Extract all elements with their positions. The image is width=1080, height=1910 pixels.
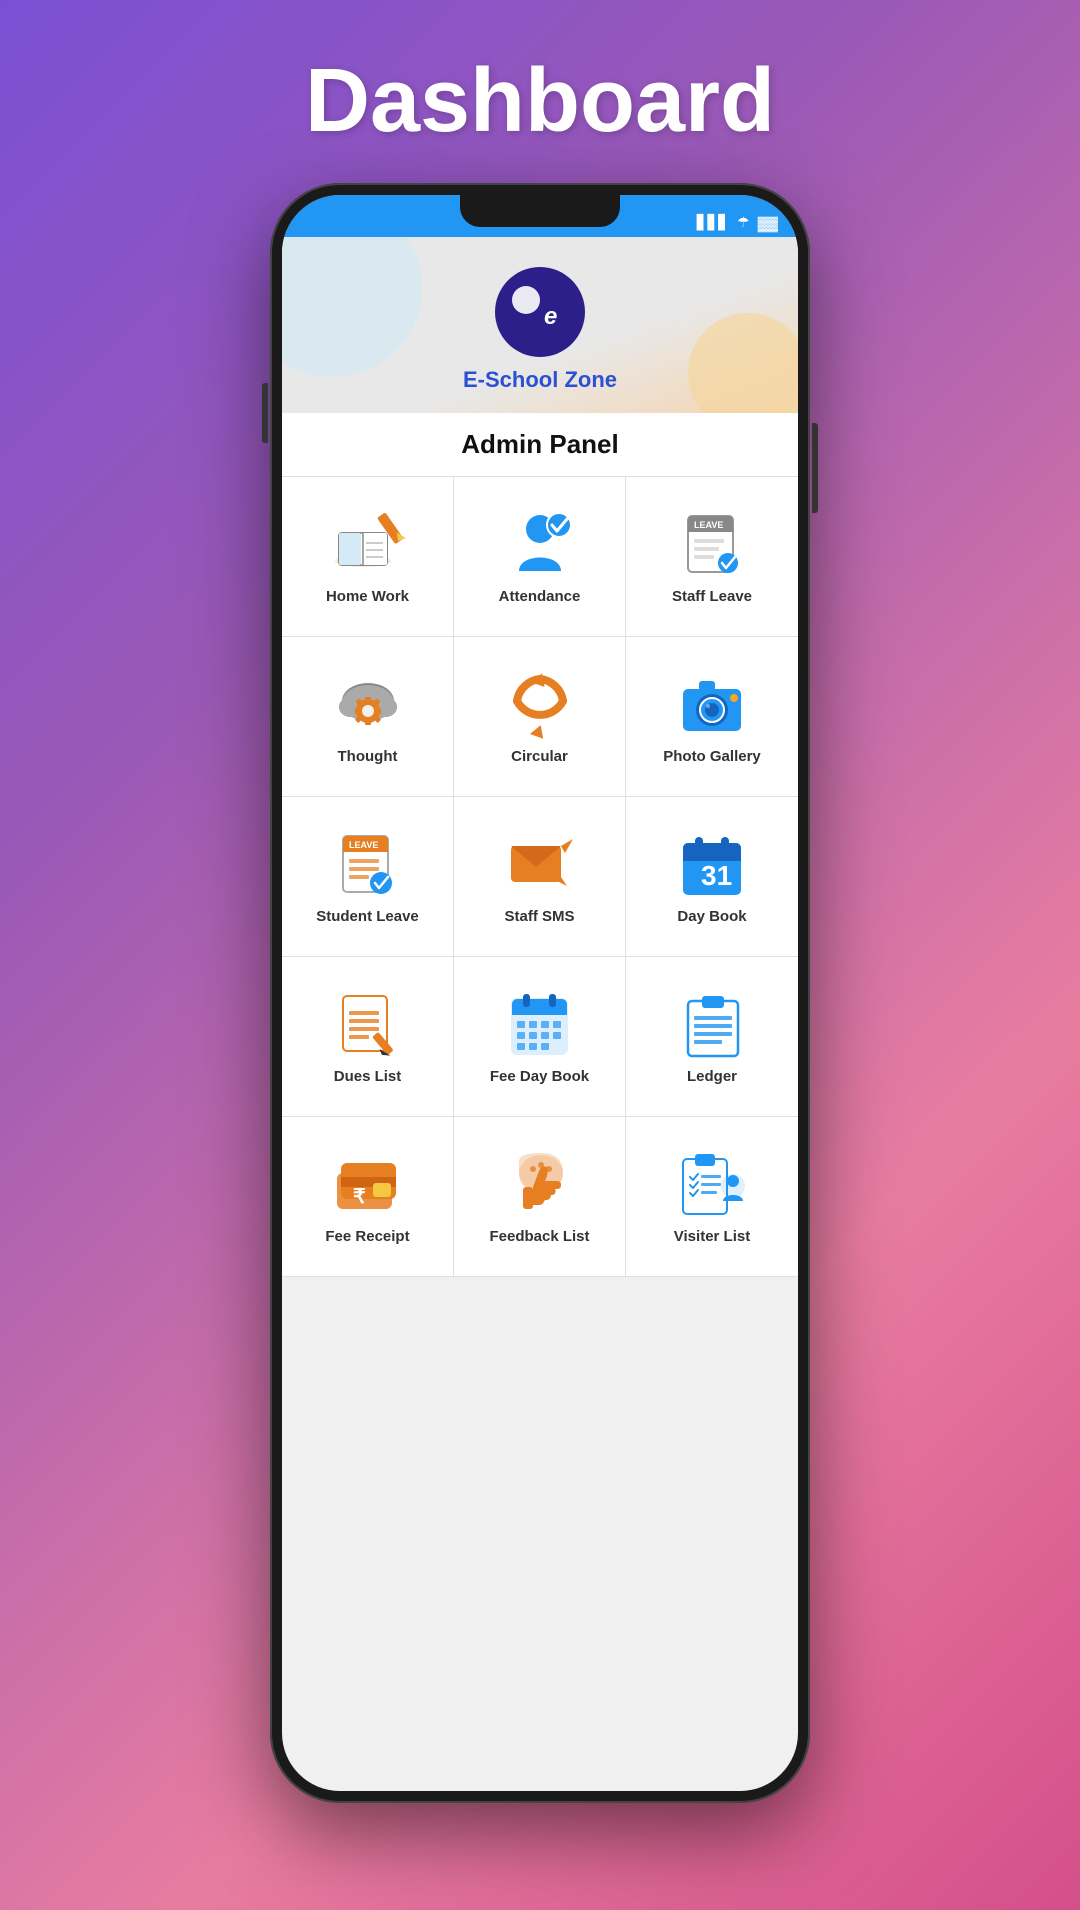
svg-text:LEAVE: LEAVE: [694, 520, 723, 530]
menu-item-feedback-list[interactable]: Feedback List: [454, 1117, 626, 1277]
menu-item-thought[interactable]: Thought: [282, 637, 454, 797]
app-name: E-School Zone: [463, 367, 617, 393]
staff-leave-icon: LEAVE: [677, 508, 747, 578]
student-leave-icon: LEAVE: [333, 828, 403, 898]
thought-icon: [333, 668, 403, 738]
menu-grid: Home Work Attendance: [282, 477, 798, 1277]
fee-receipt-icon: ₹: [333, 1148, 403, 1218]
staff-sms-icon: [505, 828, 575, 898]
volume-button: [262, 383, 268, 443]
page-title: Dashboard: [305, 50, 775, 153]
photo-gallery-icon: [677, 668, 747, 738]
feedback-list-icon: [505, 1148, 575, 1218]
phone-notch: [460, 195, 620, 227]
fee-day-book-label: Fee Day Book: [490, 1068, 589, 1085]
svg-text:e: e: [544, 303, 557, 330]
fee-day-book-icon: [505, 988, 575, 1058]
thought-label: Thought: [338, 748, 398, 765]
menu-item-homework[interactable]: Home Work: [282, 477, 454, 637]
app-logo: e: [495, 267, 585, 357]
visiter-list-icon: [677, 1148, 747, 1218]
ledger-label: Ledger: [687, 1068, 737, 1085]
day-book-icon: 31: [677, 828, 747, 898]
staff-sms-label: Staff SMS: [504, 908, 574, 925]
photo-gallery-label: Photo Gallery: [663, 748, 761, 765]
dues-list-icon: [333, 988, 403, 1058]
svg-text:LEAVE: LEAVE: [349, 840, 378, 850]
menu-item-ledger[interactable]: Ledger: [626, 957, 798, 1117]
homework-icon: [333, 508, 403, 578]
power-button: [812, 423, 818, 513]
circular-icon: [505, 668, 575, 738]
menu-item-circular[interactable]: Circular: [454, 637, 626, 797]
app-header: e E-School Zone: [282, 237, 798, 413]
menu-item-student-leave[interactable]: LEAVE Student Leave: [282, 797, 454, 957]
staff-leave-label: Staff Leave: [672, 588, 752, 605]
wifi-icon: ☂: [737, 214, 750, 231]
phone-frame: ▋▋▋ ☂ ▓▓ e E-School Zone Admin Pane: [270, 183, 810, 1803]
menu-item-fee-receipt[interactable]: ₹ Fee Receipt: [282, 1117, 454, 1277]
ledger-icon: [677, 988, 747, 1058]
signal-icon: ▋▋▋: [697, 214, 729, 231]
menu-item-attendance[interactable]: Attendance: [454, 477, 626, 637]
menu-item-staff-sms[interactable]: Staff SMS: [454, 797, 626, 957]
menu-item-photo-gallery[interactable]: Photo Gallery: [626, 637, 798, 797]
header-decoration-2: [688, 313, 798, 413]
phone-screen: ▋▋▋ ☂ ▓▓ e E-School Zone Admin Pane: [282, 195, 798, 1791]
menu-item-visiter-list[interactable]: Visiter List: [626, 1117, 798, 1277]
svg-text:31: 31: [701, 860, 732, 891]
battery-icon: ▓▓: [758, 215, 778, 231]
day-book-label: Day Book: [677, 908, 746, 925]
circular-label: Circular: [511, 748, 568, 765]
header-decoration-1: [282, 237, 422, 377]
feedback-list-label: Feedback List: [489, 1228, 589, 1245]
dues-list-label: Dues List: [334, 1068, 402, 1085]
attendance-label: Attendance: [499, 588, 581, 605]
attendance-icon: [505, 508, 575, 578]
menu-item-dues-list[interactable]: Dues List: [282, 957, 454, 1117]
menu-item-day-book[interactable]: 31 Day Book: [626, 797, 798, 957]
student-leave-label: Student Leave: [316, 908, 419, 925]
admin-panel-label: Admin Panel: [461, 429, 618, 459]
admin-panel-bar: Admin Panel: [282, 413, 798, 477]
svg-text:₹: ₹: [353, 1186, 366, 1208]
fee-receipt-label: Fee Receipt: [325, 1228, 409, 1245]
menu-item-staff-leave[interactable]: LEAVE Staff Leave: [626, 477, 798, 637]
homework-label: Home Work: [326, 588, 409, 605]
menu-item-fee-day-book[interactable]: Fee Day Book: [454, 957, 626, 1117]
visiter-list-label: Visiter List: [674, 1228, 750, 1245]
